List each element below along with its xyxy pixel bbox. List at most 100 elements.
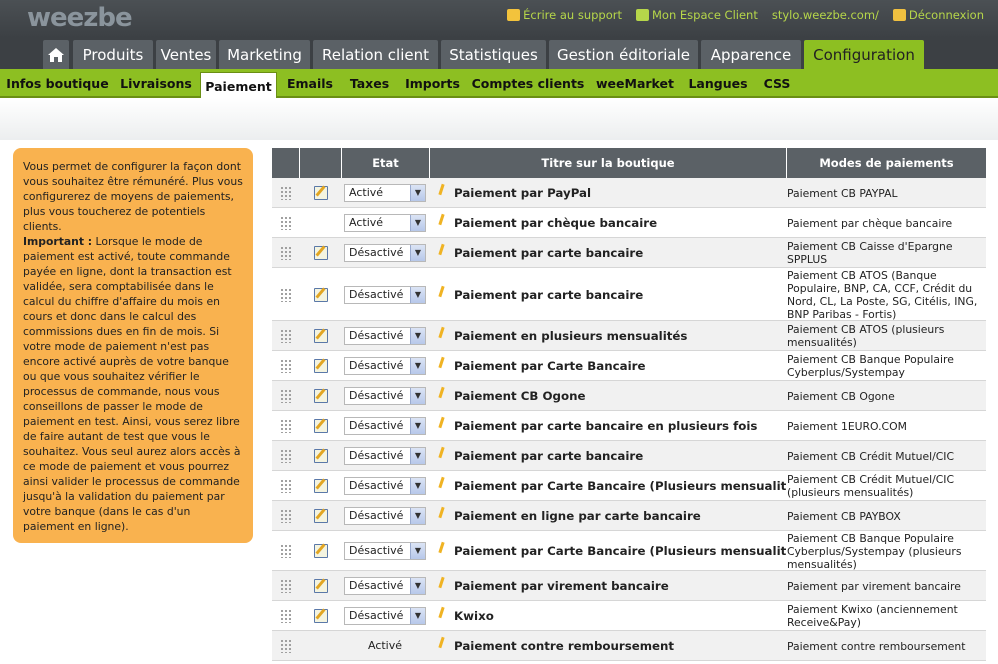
state-value: Désactivé xyxy=(349,479,404,492)
edit-icon[interactable] xyxy=(314,544,328,558)
payment-title: Paiement par Carte Bancaire (Plusieurs m… xyxy=(454,479,786,493)
chevron-down-icon: ▼ xyxy=(410,185,425,201)
edit-icon[interactable] xyxy=(314,359,328,373)
pencil-icon[interactable] xyxy=(438,477,444,490)
main-nav-3[interactable]: Relation client xyxy=(313,40,438,69)
state-select[interactable]: Désactivé ▼ xyxy=(344,327,426,345)
table-row: Désactivé ▼ Kwixo Paiement Kwixo (anciennem… xyxy=(272,601,986,631)
main-nav-1[interactable]: Ventes xyxy=(156,40,216,69)
drag-handle-icon[interactable] xyxy=(280,246,292,260)
edit-icon[interactable] xyxy=(314,509,328,523)
pencil-icon[interactable] xyxy=(438,286,444,299)
state-select[interactable]: Activé ▼ xyxy=(344,184,426,202)
pencil-icon[interactable] xyxy=(438,184,444,197)
payment-mode: Paiement CB PAYPAL xyxy=(787,186,898,200)
pencil-icon[interactable] xyxy=(438,244,444,257)
edit-icon[interactable] xyxy=(314,246,328,260)
drag-handle-icon[interactable] xyxy=(280,186,292,200)
header-band xyxy=(0,98,998,140)
main-nav-4[interactable]: Statistiques xyxy=(441,40,546,69)
state-select[interactable]: Activé ▼ xyxy=(344,214,426,232)
sub-nav-1[interactable]: Livraisons xyxy=(117,69,195,98)
sub-nav-5[interactable]: Imports xyxy=(400,69,465,98)
main-nav-0[interactable]: Produits xyxy=(73,40,153,69)
state-select[interactable]: Désactivé ▼ xyxy=(344,477,426,495)
pencil-icon[interactable] xyxy=(438,327,444,340)
state-select[interactable]: Désactivé ▼ xyxy=(344,507,426,525)
drag-handle-icon[interactable] xyxy=(280,509,292,523)
sub-nav-3[interactable]: Emails xyxy=(281,69,339,98)
edit-icon[interactable] xyxy=(314,329,328,343)
state-select[interactable]: Désactivé ▼ xyxy=(344,417,426,435)
drag-handle-icon[interactable] xyxy=(280,389,292,403)
chevron-down-icon: ▼ xyxy=(410,245,425,261)
state-select[interactable]: Désactivé ▼ xyxy=(344,542,426,560)
payment-mode: Paiement par virement bancaire xyxy=(787,579,961,593)
drag-handle-icon[interactable] xyxy=(280,359,292,373)
state-select[interactable]: Désactivé ▼ xyxy=(344,387,426,405)
pencil-icon[interactable] xyxy=(438,607,444,620)
sub-nav-0[interactable]: Infos boutique xyxy=(4,69,111,98)
pencil-icon[interactable] xyxy=(438,214,444,227)
pencil-icon[interactable] xyxy=(438,542,444,555)
state-select[interactable]: Désactivé ▼ xyxy=(344,607,426,625)
sub-nav-8[interactable]: Langues xyxy=(683,69,753,98)
drag-handle-icon[interactable] xyxy=(280,579,292,593)
main-nav-6[interactable]: Apparence xyxy=(701,40,801,69)
pencil-icon[interactable] xyxy=(438,357,444,370)
edit-icon[interactable] xyxy=(314,579,328,593)
state-select[interactable]: Désactivé ▼ xyxy=(344,357,426,375)
drag-handle-icon[interactable] xyxy=(280,639,292,653)
chevron-down-icon: ▼ xyxy=(410,388,425,404)
drag-handle-icon[interactable] xyxy=(280,287,292,302)
top-link-0[interactable]: Écrire au support xyxy=(507,8,622,22)
pencil-icon[interactable] xyxy=(438,507,444,520)
sub-nav-7[interactable]: weeMarket xyxy=(592,69,678,98)
weezbe-logo[interactable]: weezbe xyxy=(27,3,133,33)
main-nav-5[interactable]: Gestion éditoriale xyxy=(549,40,698,69)
state-select[interactable]: Désactivé ▼ xyxy=(344,447,426,465)
pencil-icon[interactable] xyxy=(438,447,444,460)
top-link-3[interactable]: Déconnexion xyxy=(892,8,984,22)
table-row: Désactivé ▼ Paiement par virement bancaire… xyxy=(272,571,986,601)
main-nav-7[interactable]: Configuration xyxy=(804,40,924,69)
main-nav-2[interactable]: Marketing xyxy=(219,40,310,69)
sub-nav-9[interactable]: CSS xyxy=(757,69,797,98)
table-row: Désactivé ▼ Paiement par carte bancaire en… xyxy=(272,411,986,441)
edit-icon[interactable] xyxy=(314,389,328,403)
state-text: Activé xyxy=(367,639,403,652)
sub-nav-4[interactable]: Taxes xyxy=(343,69,396,98)
sub-nav-2[interactable]: Paiement xyxy=(200,72,277,100)
payment-title: Paiement par Carte Bancaire xyxy=(454,359,646,373)
drag-handle-icon[interactable] xyxy=(280,479,292,493)
edit-icon[interactable] xyxy=(314,449,328,463)
drag-handle-icon[interactable] xyxy=(280,216,292,230)
drag-handle-icon[interactable] xyxy=(280,329,292,343)
edit-icon[interactable] xyxy=(314,609,328,623)
edit-icon[interactable] xyxy=(314,186,328,200)
top-link-1[interactable]: Mon Espace Client xyxy=(636,8,758,22)
edit-icon[interactable] xyxy=(314,479,328,493)
state-select[interactable]: Désactivé ▼ xyxy=(344,244,426,262)
drag-handle-icon[interactable] xyxy=(280,544,292,558)
pencil-icon[interactable] xyxy=(438,637,444,650)
edit-icon[interactable] xyxy=(314,419,328,433)
state-value: Désactivé xyxy=(349,544,404,557)
drag-handle-icon[interactable] xyxy=(280,419,292,433)
top-link-2[interactable]: stylo.weezbe.com/ xyxy=(772,8,879,22)
state-value: Désactivé xyxy=(349,246,404,259)
pencil-icon[interactable] xyxy=(438,417,444,430)
sub-nav-6[interactable]: Comptes clients xyxy=(469,69,587,98)
pencil-icon[interactable] xyxy=(438,577,444,590)
sub-nav: Infos boutique Livraisons Paiement Emails Ta… xyxy=(0,69,998,100)
table-row: Désactivé ▼ Paiement par Carte Bancaire Pai… xyxy=(272,351,986,381)
pencil-icon[interactable] xyxy=(438,387,444,400)
drag-handle-icon[interactable] xyxy=(280,609,292,623)
home-icon[interactable] xyxy=(43,40,69,69)
help-intro: Vous permet de configurer la façon dont … xyxy=(23,160,243,233)
state-select[interactable]: Désactivé ▼ xyxy=(344,577,426,595)
drag-handle-icon[interactable] xyxy=(280,449,292,463)
edit-icon[interactable] xyxy=(314,287,328,302)
state-value: Désactivé xyxy=(349,389,404,402)
state-select[interactable]: Désactivé ▼ xyxy=(344,285,426,304)
